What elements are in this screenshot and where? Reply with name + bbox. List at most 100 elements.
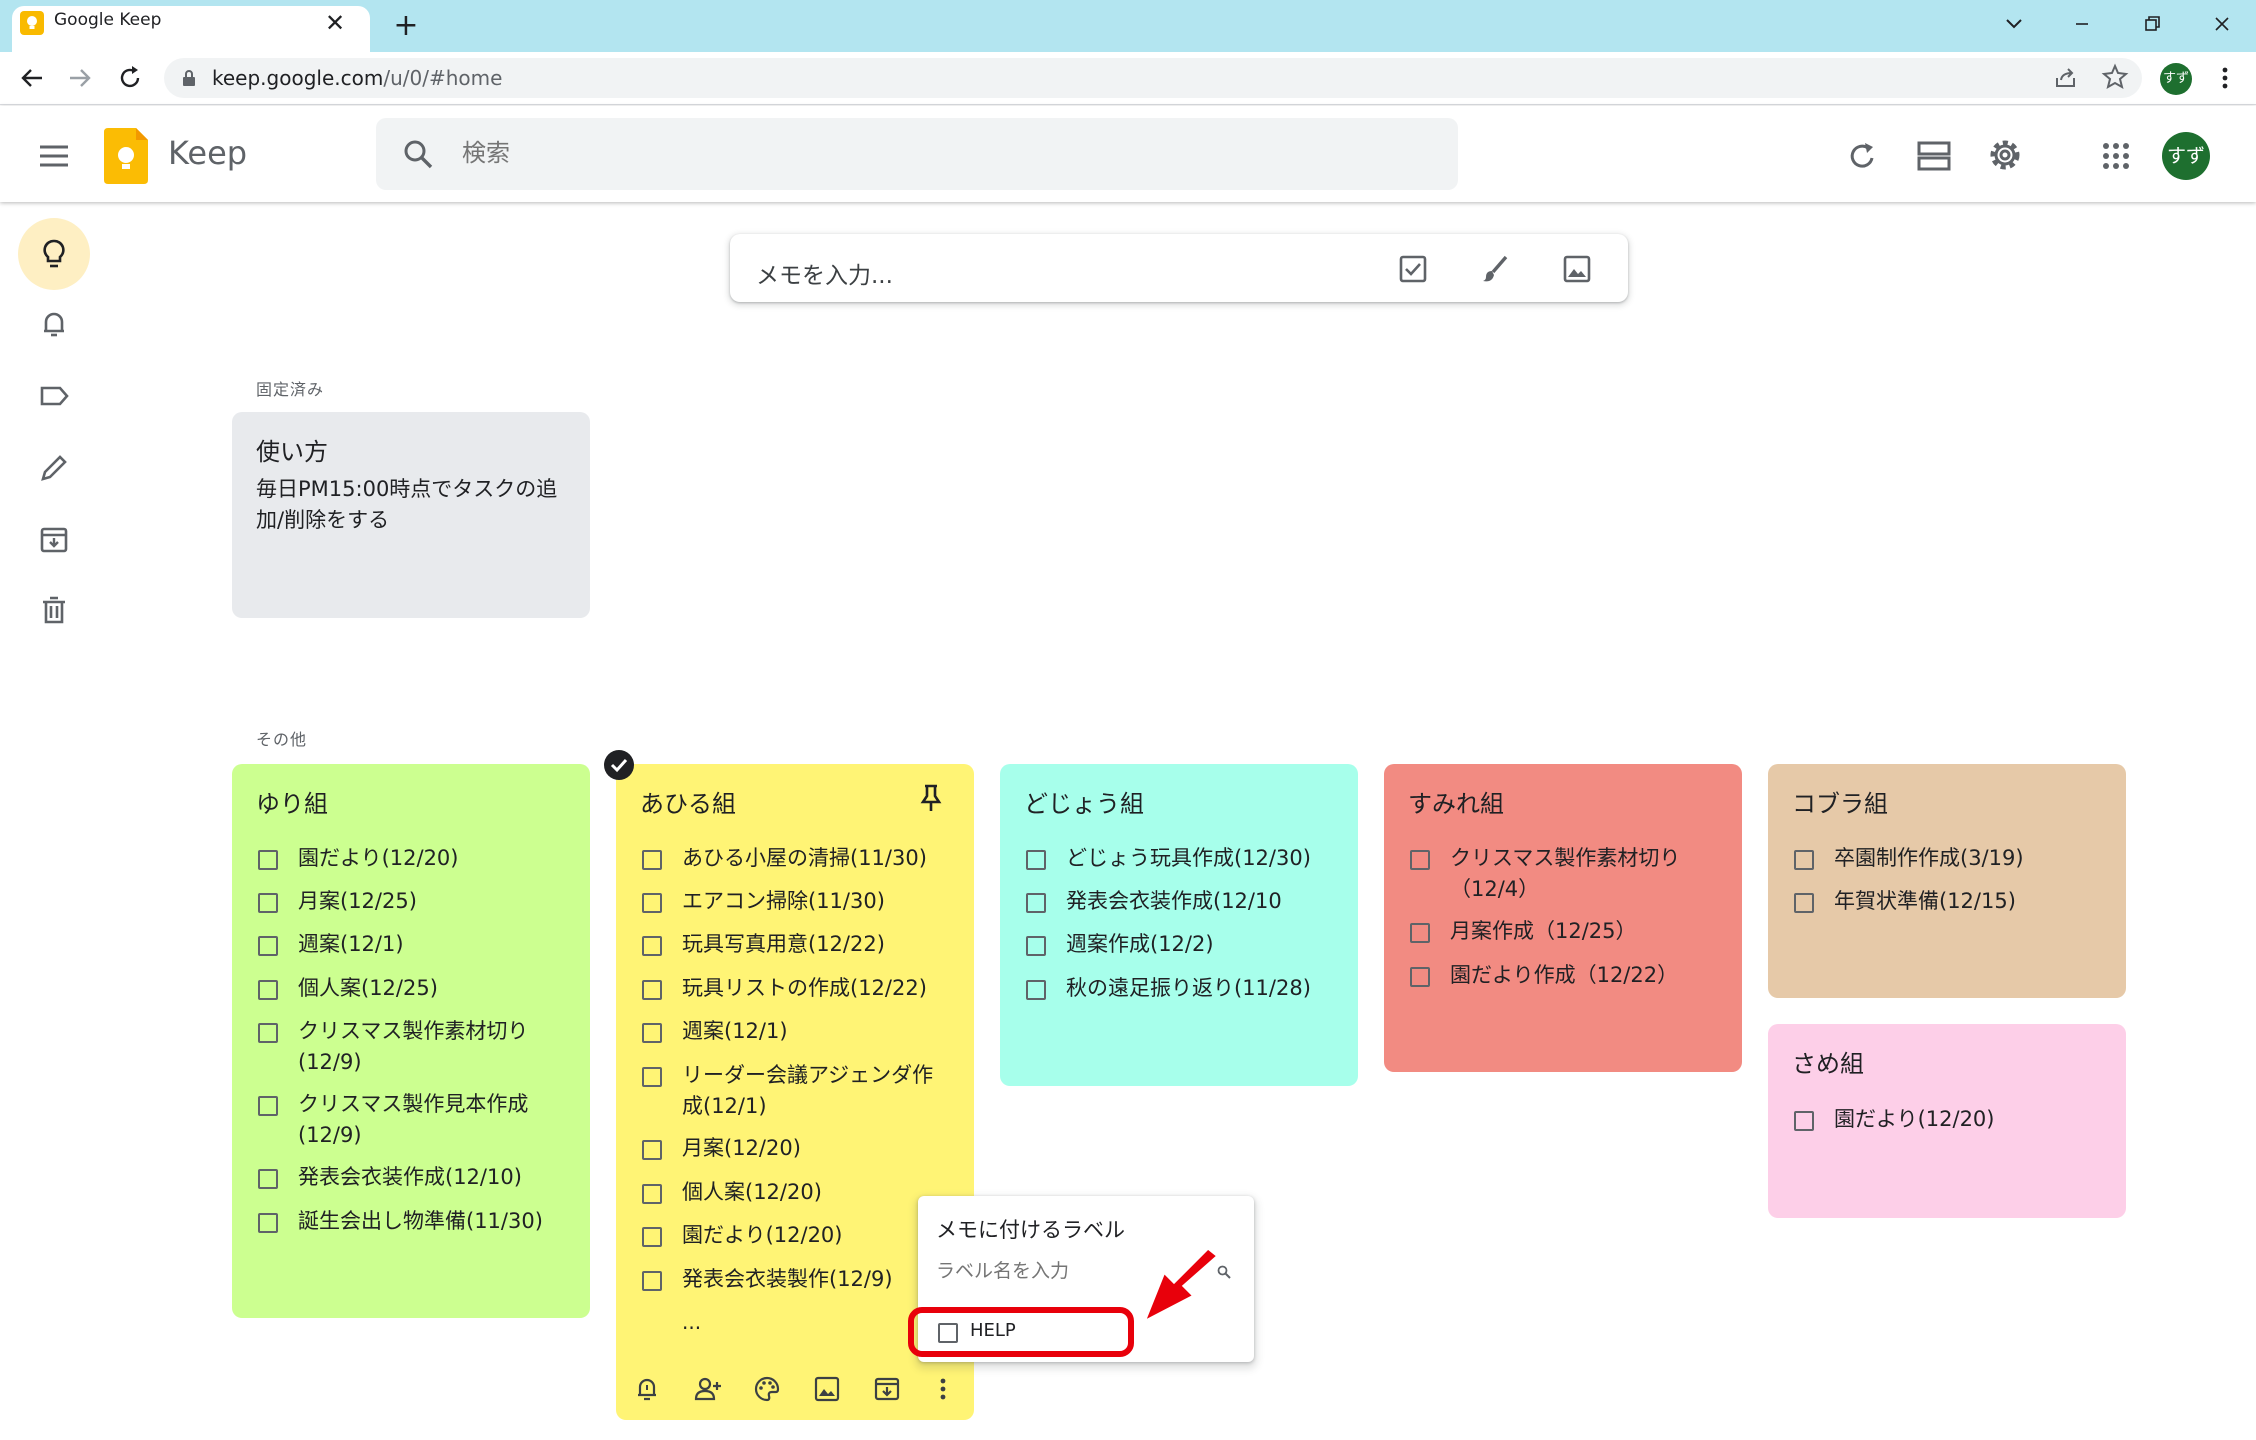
list-item[interactable]: 週案(12/1) <box>682 1016 788 1047</box>
checkbox[interactable] <box>642 1067 662 1087</box>
checkbox[interactable] <box>1026 936 1046 956</box>
share-icon[interactable] <box>2052 64 2080 92</box>
new-tab-button[interactable]: + <box>388 8 424 44</box>
list-item[interactable]: リーダー会議アジェンダ作成(12/1) <box>682 1060 952 1122</box>
list-item[interactable]: 月案(12/20) <box>682 1133 801 1164</box>
checkbox[interactable] <box>1794 1111 1814 1131</box>
tab-close-icon[interactable]: ✕ <box>320 8 350 38</box>
checkbox[interactable] <box>1410 967 1430 987</box>
remind-me-bell-icon[interactable] <box>632 1374 662 1404</box>
collaborator-add-person-icon[interactable] <box>692 1374 724 1404</box>
list-item[interactable]: 個人案(12/20) <box>682 1177 822 1208</box>
list-item[interactable]: 月案(12/25) <box>298 886 417 917</box>
settings-gear-icon[interactable] <box>1984 134 2026 176</box>
archive-icon[interactable] <box>872 1374 902 1404</box>
checkbox[interactable] <box>258 1213 278 1233</box>
checkbox[interactable] <box>642 1227 662 1247</box>
select-note-check-icon[interactable] <box>604 750 634 780</box>
checkbox[interactable] <box>1026 850 1046 870</box>
list-item[interactable]: 園だより(12/20) <box>298 843 458 874</box>
list-item[interactable]: 誕生会出し物準備(11/30) <box>298 1206 543 1237</box>
list-item[interactable]: 月案作成（12/25） <box>1450 916 1637 947</box>
app-title[interactable]: Keep <box>168 134 247 172</box>
back-icon[interactable] <box>14 60 50 96</box>
checkbox[interactable] <box>642 936 662 956</box>
sidebar-item-trash-icon[interactable] <box>36 592 72 628</box>
browser-menu-icon[interactable] <box>2210 62 2240 94</box>
sidebar-item-archive-icon[interactable] <box>36 522 72 558</box>
profile-avatar[interactable]: すず <box>2160 63 2192 95</box>
list-item[interactable]: 発表会衣装作成(12/10 <box>1066 886 1282 917</box>
list-view-icon[interactable] <box>1914 136 1954 176</box>
sidebar-item-labels-label-icon[interactable] <box>36 378 72 414</box>
bookmark-star-icon[interactable] <box>2100 62 2130 92</box>
checkbox[interactable] <box>1026 980 1046 1000</box>
section-pinned-label: 固定済み <box>256 380 325 399</box>
list-item[interactable]: 週案(12/1) <box>298 929 404 960</box>
checkbox[interactable] <box>1026 893 1046 913</box>
list-item[interactable]: 玩具リストの作成(12/22) <box>682 973 927 1004</box>
account-avatar[interactable]: すず <box>2162 132 2210 180</box>
list-item[interactable]: あひる小屋の清掃(11/30) <box>682 843 927 874</box>
tab-search-chevron-icon[interactable] <box>1984 6 2044 42</box>
list-item[interactable]: 玩具写真用意(12/22) <box>682 929 885 960</box>
new-drawing-brush-icon[interactable] <box>1478 252 1512 286</box>
sidebar-item-edit-labels-pencil-icon[interactable] <box>36 450 72 486</box>
list-item[interactable]: 園だより(12/20) <box>1834 1104 1994 1135</box>
checkbox[interactable] <box>258 1096 278 1116</box>
take-note-placeholder[interactable]: メモを入力... <box>756 256 893 290</box>
background-palette-icon[interactable] <box>752 1374 782 1404</box>
list-item[interactable]: 年賀状準備(12/15) <box>1834 886 2016 917</box>
list-item[interactable]: クリスマス製作素材切り(12/9) <box>298 1016 568 1078</box>
minimize-icon[interactable] <box>2052 6 2112 42</box>
list-item[interactable]: エアコン掃除(11/30) <box>682 886 885 917</box>
list-item[interactable]: 園だより(12/20) <box>682 1220 842 1251</box>
list-item[interactable]: 園だより作成（12/22） <box>1450 960 1678 991</box>
checkbox[interactable] <box>642 1184 662 1204</box>
apps-grid-icon[interactable] <box>2096 136 2136 176</box>
list-item[interactable]: クリスマス製作素材切り（12/4） <box>1450 843 1720 905</box>
list-item[interactable]: 週案作成(12/2) <box>1066 929 1214 960</box>
checkbox[interactable] <box>642 893 662 913</box>
pin-icon[interactable] <box>916 782 946 814</box>
checkbox[interactable] <box>642 1140 662 1160</box>
checkbox[interactable] <box>258 936 278 956</box>
checkbox[interactable] <box>642 850 662 870</box>
new-list-checkbox-icon[interactable] <box>1396 252 1430 286</box>
checkbox[interactable] <box>258 850 278 870</box>
forward-icon[interactable] <box>62 60 98 96</box>
checkbox[interactable] <box>258 1023 278 1043</box>
list-item[interactable]: 卒園制作作成(3/19) <box>1834 843 2024 874</box>
list-item[interactable]: クリスマス製作見本作成(12/9) <box>298 1089 568 1151</box>
list-item[interactable]: 秋の遠足振り返り(11/28) <box>1066 973 1311 1004</box>
browser-tab-title: Google Keep <box>54 10 162 30</box>
add-image-icon[interactable] <box>812 1374 842 1404</box>
main-menu-icon[interactable] <box>34 136 74 176</box>
window-close-icon[interactable] <box>2192 6 2252 42</box>
list-item[interactable]: 個人案(12/25) <box>298 973 438 1004</box>
search-icon[interactable] <box>400 136 436 172</box>
list-item[interactable]: 発表会衣装作成(12/10) <box>298 1162 522 1193</box>
checkbox[interactable] <box>1410 850 1430 870</box>
search-input[interactable] <box>460 138 1364 168</box>
checkbox[interactable] <box>642 1271 662 1291</box>
checkbox[interactable] <box>1794 893 1814 913</box>
restore-icon[interactable] <box>2122 6 2182 42</box>
lock-icon[interactable] <box>180 68 198 88</box>
checkbox[interactable] <box>258 980 278 1000</box>
sidebar-item-reminders-bell-icon[interactable] <box>36 306 72 342</box>
list-item[interactable]: どじょう玩具作成(12/30) <box>1066 843 1311 874</box>
keep-favicon-icon <box>20 11 44 35</box>
checkbox[interactable] <box>1794 850 1814 870</box>
list-item[interactable]: 発表会衣装製作(12/9) <box>682 1264 893 1295</box>
new-image-icon[interactable] <box>1560 252 1594 286</box>
checkbox[interactable] <box>642 1023 662 1043</box>
checkbox[interactable] <box>642 980 662 1000</box>
more-options-vertical-icon[interactable] <box>928 1374 958 1404</box>
checkbox[interactable] <box>1410 923 1430 943</box>
checkbox[interactable] <box>258 893 278 913</box>
reload-icon[interactable] <box>112 60 148 96</box>
checkbox[interactable] <box>258 1169 278 1189</box>
lightbulb-icon[interactable] <box>36 236 72 272</box>
refresh-icon[interactable] <box>1842 136 1882 176</box>
